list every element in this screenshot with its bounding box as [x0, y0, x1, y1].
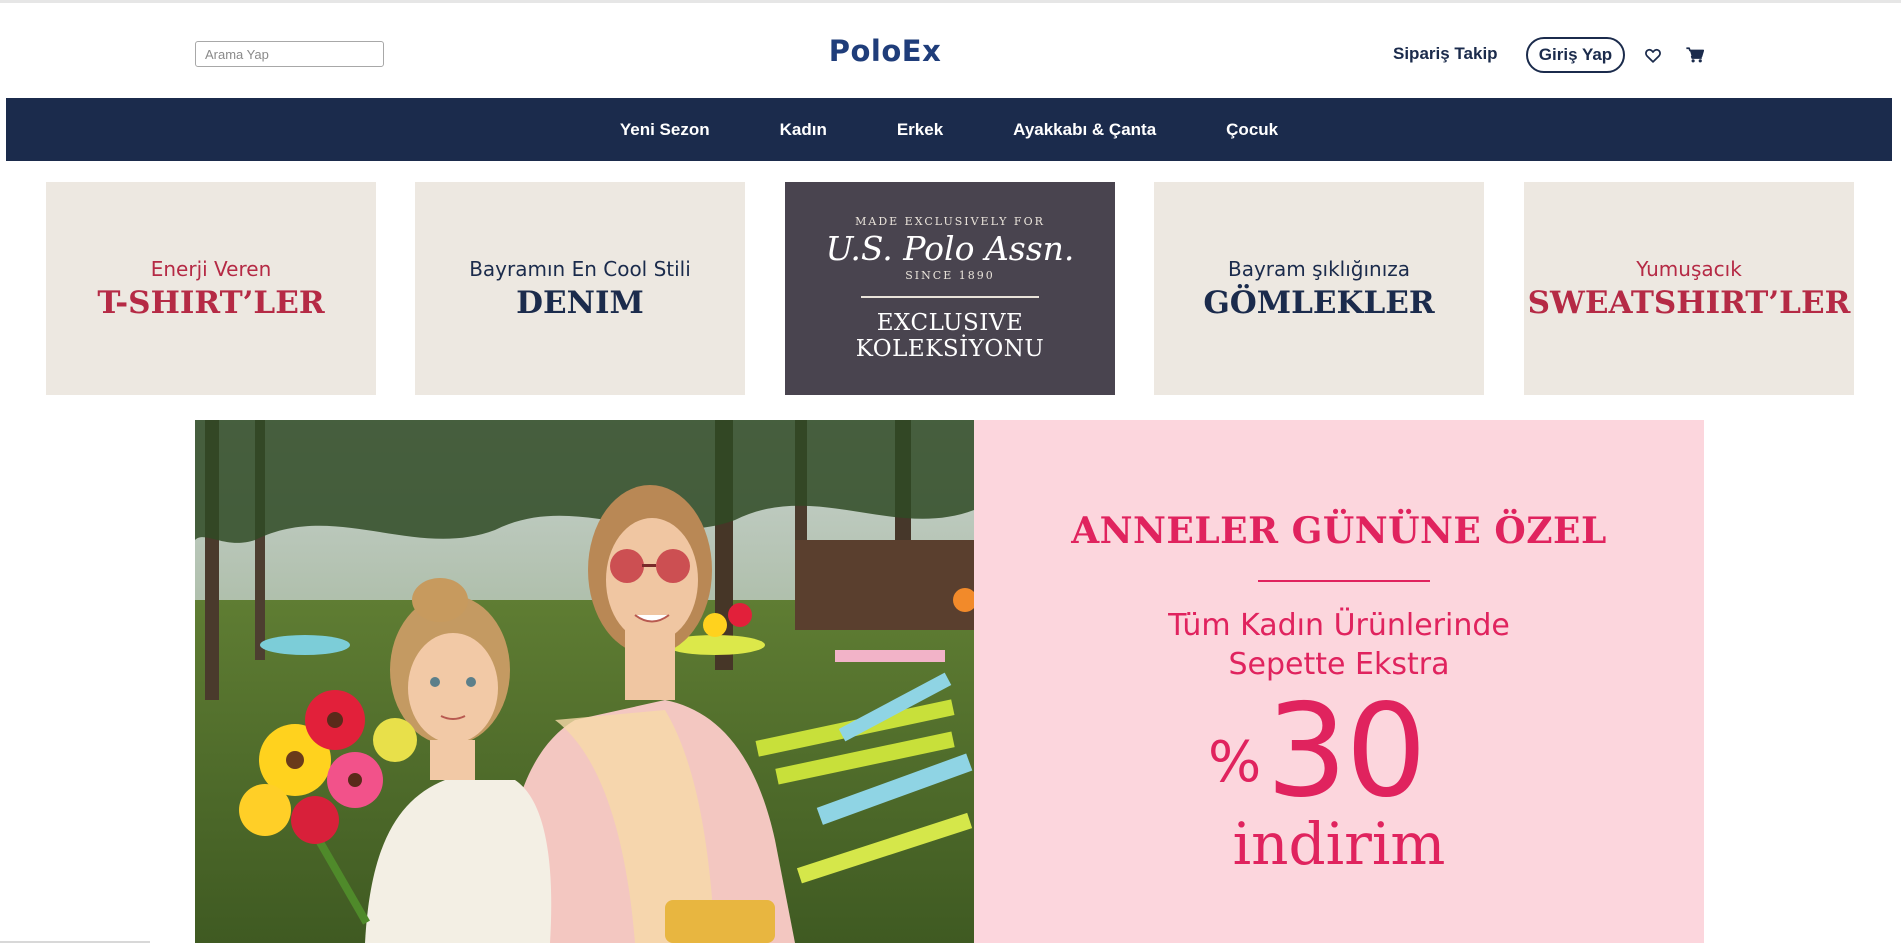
login-button[interactable]: Giriş Yap	[1526, 37, 1625, 73]
category-title: DENIM	[516, 284, 644, 321]
category-tile-shirts[interactable]: Bayram şıklığınıza GÖMLEKLER	[1154, 182, 1484, 395]
category-tile-exclusive[interactable]: MADE EXCLUSIVELY FOR U.S. Polo Assn. SIN…	[785, 182, 1115, 395]
main-navigation: Yeni Sezon Kadın Erkek Ayakkabı & Çanta …	[6, 98, 1892, 161]
hero-photo[interactable]	[195, 420, 974, 943]
exclusive-made-for: MADE EXCLUSIVELY FOR	[855, 215, 1045, 229]
category-tile-sweatshirts[interactable]: Yumuşacık SWEATSHIRT’LER	[1524, 182, 1854, 395]
nav-item-kids[interactable]: Çocuk	[1226, 120, 1278, 140]
category-subtitle: Enerji Veren	[150, 256, 272, 281]
order-tracking-link[interactable]: Sipariş Takip	[1393, 44, 1498, 64]
top-border	[0, 0, 1901, 3]
nav-item-shoes-bags[interactable]: Ayakkabı & Çanta	[1013, 120, 1156, 140]
promo-line-1: Tüm Kadın Ürünlerinde	[1168, 608, 1510, 643]
brand-wordmark: U.S. Polo Assn.	[825, 229, 1075, 269]
category-title: GÖMLEKLER	[1203, 284, 1435, 321]
promo-percent-sign: %	[1208, 730, 1262, 795]
promo-banner[interactable]: ANNELER GÜNÜNE ÖZEL Tüm Kadın Ürünlerind…	[974, 420, 1704, 943]
heart-icon[interactable]	[1642, 44, 1664, 66]
site-logo[interactable]: PoloEx	[760, 34, 1010, 68]
category-title-line1: EXCLUSIVE	[876, 309, 1024, 336]
exclusive-since: SINCE 1890	[905, 269, 995, 283]
category-title-line2: KOLEKSİYONU	[855, 335, 1045, 362]
promo-title: ANNELER GÜNÜNE ÖZEL	[1071, 510, 1607, 552]
promo-divider	[1258, 580, 1430, 582]
category-tile-denim[interactable]: Bayramın En Cool Stili DENIM	[415, 182, 745, 395]
category-subtitle: Bayramın En Cool Stili	[469, 256, 691, 281]
category-title: SWEATSHIRT’LER	[1527, 284, 1851, 321]
nav-item-women[interactable]: Kadın	[780, 120, 827, 140]
promo-subtitle: Tüm Kadın Ürünlerinde Sepette Ekstra	[974, 606, 1704, 684]
category-title: T-SHIRT’LER	[97, 284, 325, 321]
category-subtitle: Bayram şıklığınıza	[1227, 256, 1411, 281]
divider	[861, 296, 1039, 298]
nav-item-men[interactable]: Erkek	[897, 120, 943, 140]
cart-icon[interactable]	[1684, 44, 1706, 66]
nav-item-new-season[interactable]: Yeni Sezon	[620, 120, 710, 140]
promo-discount-value: 30	[1266, 677, 1427, 826]
category-tile-tshirts[interactable]: Enerji Veren T-SHIRT’LER	[46, 182, 376, 395]
category-subtitle: Yumuşacık	[1636, 256, 1742, 281]
promo-discount-word: indirim	[1232, 810, 1446, 878]
search-input[interactable]	[195, 41, 384, 67]
